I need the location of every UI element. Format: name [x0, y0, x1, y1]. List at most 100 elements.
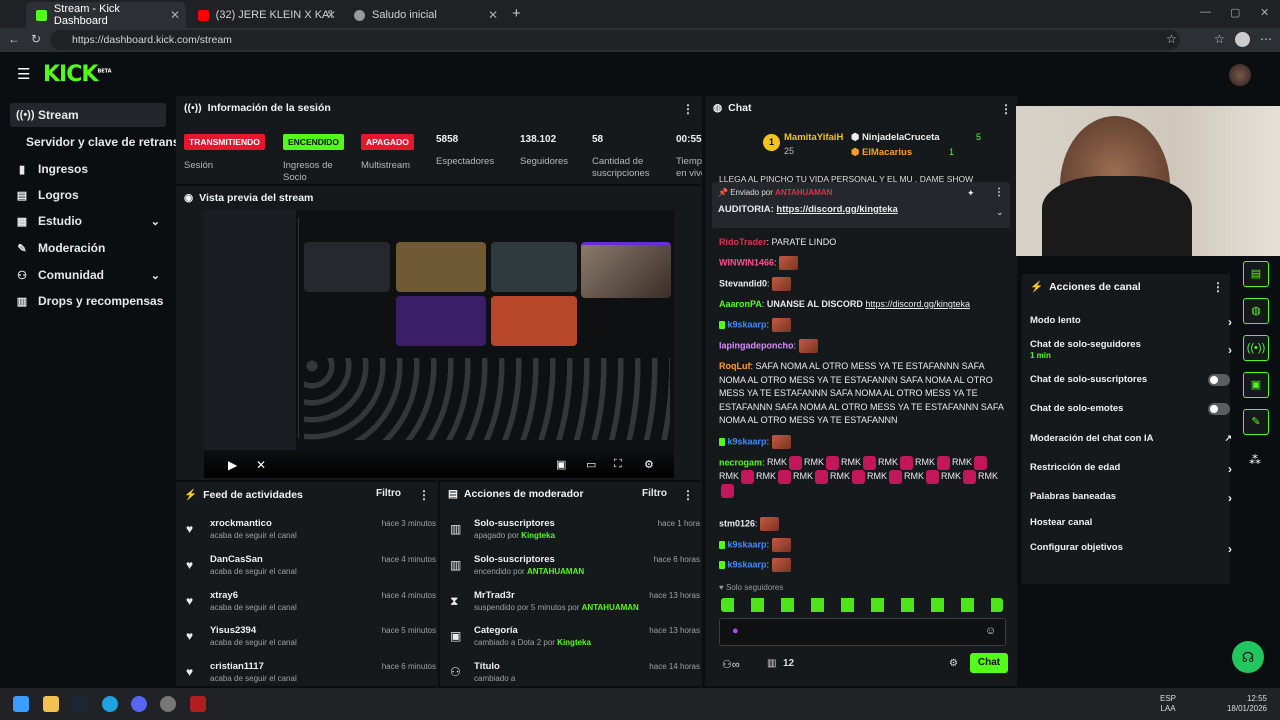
windows-start-icon[interactable]	[13, 696, 29, 712]
chat-username[interactable]: k9skaarp	[728, 436, 767, 446]
action-host-channel[interactable]: Hostear canal	[1030, 517, 1230, 528]
edge-icon[interactable]	[102, 696, 118, 712]
reload-icon[interactable]: ↻	[31, 32, 41, 46]
action-age-restriction[interactable]: Restricción de edad ›	[1030, 462, 1232, 476]
action-banned-words[interactable]: Palabras baneadas ›	[1030, 491, 1232, 505]
chat-username[interactable]: WINWIN1466	[719, 257, 774, 267]
filter-button[interactable]: Filtro	[642, 488, 667, 499]
sidebar-item-drops[interactable]: ▥ Drops y recompensas	[10, 289, 166, 313]
kebab-icon[interactable]: ⋮	[682, 102, 694, 116]
fullscreen-icon[interactable]: ⛶	[614, 458, 622, 471]
favorite-icon[interactable]: ☆	[1166, 32, 1177, 46]
clock[interactable]: 12:55 18/01/2026	[1223, 694, 1267, 714]
chat-username[interactable]: k9skaarp	[728, 559, 767, 569]
layout-button[interactable]: ▣	[1243, 372, 1269, 398]
sidebar-item-ingresos[interactable]: ▮ Ingresos	[10, 157, 166, 181]
kebab-icon[interactable]: ⋮	[994, 187, 1004, 198]
send-chat-button[interactable]: Chat	[970, 653, 1008, 673]
leader-name[interactable]: ⬢ ElMacarius	[851, 147, 912, 158]
chat-username[interactable]: RoqLuf	[719, 361, 751, 371]
kebab-icon[interactable]: ⋮	[418, 488, 430, 502]
chat-username[interactable]: k9skaarp	[728, 539, 767, 549]
obs-icon[interactable]	[160, 696, 176, 712]
chat-username[interactable]: k9skaarp	[728, 319, 767, 329]
tab-kick-dashboard[interactable]: Stream - Kick Dashboard ✕	[26, 2, 186, 28]
file-explorer-icon[interactable]	[43, 696, 59, 712]
pip-icon[interactable]: ▣	[556, 458, 566, 471]
action-followers-only[interactable]: Chat de solo-seguidores 1 min ›	[1030, 339, 1232, 361]
sidebar-item-stream[interactable]: ((•)) Stream	[10, 103, 166, 127]
mod-actor[interactable]: ANTAHUAMAN	[582, 603, 639, 612]
chat-link[interactable]: https://discord.gg/kingteka	[865, 299, 970, 309]
chevron-down-icon[interactable]: ⌄	[996, 207, 1004, 218]
chat-input[interactable]: ● ☺	[719, 618, 1006, 646]
sidebar-item-server-key[interactable]: Servidor y clave de retransm	[20, 130, 190, 154]
chat-username[interactable]: lapingadeponcho	[719, 340, 794, 350]
kebab-icon[interactable]: ⋮	[1212, 280, 1224, 294]
unpin-icon[interactable]: ✦	[967, 188, 975, 199]
action-slow-mode[interactable]: Modo lento ›	[1030, 315, 1232, 329]
window-close-icon[interactable]: ✕	[1260, 6, 1269, 19]
tab-youtube[interactable]: (32) JERE KLEIN X KATTEYES - TOD ✕	[188, 2, 342, 28]
action-ai-moderation[interactable]: Moderación del chat con IA ↗	[1030, 433, 1232, 444]
support-button[interactable]: ☊	[1232, 641, 1264, 673]
profile-avatar[interactable]	[1235, 32, 1250, 47]
close-icon[interactable]: ✕	[326, 8, 336, 22]
mod-actor[interactable]: ANTAHUAMAN	[527, 567, 584, 576]
action-goals[interactable]: Configurar objetivos ›	[1030, 542, 1232, 556]
feed-user[interactable]: cristian1117	[210, 661, 264, 672]
emoji-icon[interactable]: ☺	[985, 625, 996, 637]
maximize-icon[interactable]: ▢	[1230, 6, 1240, 19]
emote-bar[interactable]	[721, 598, 1003, 612]
discord-icon[interactable]	[131, 696, 147, 712]
chat-username[interactable]: AaaronPA	[719, 299, 762, 309]
back-icon[interactable]: ←	[8, 32, 20, 46]
minimize-icon[interactable]: —	[1200, 6, 1211, 18]
url-input[interactable]: https://dashboard.kick.com/stream	[50, 30, 1180, 50]
mod-item-name[interactable]: MrTrad3r	[474, 590, 515, 601]
user-avatar[interactable]	[1229, 64, 1251, 86]
leader-name[interactable]: ⬢ NinjadelaCruceta	[851, 132, 940, 143]
kick-logo[interactable]: KICKBETA	[43, 62, 112, 87]
feed-user[interactable]: xtray6	[210, 590, 238, 601]
notes-button[interactable]: ▤	[1243, 261, 1269, 287]
sidebar-item-moderacion[interactable]: ✎ Moderación	[10, 236, 166, 260]
play-icon[interactable]: ▶	[228, 458, 237, 472]
chat-username[interactable]: stm0126	[719, 518, 755, 528]
chat-username[interactable]: necrogam	[719, 457, 762, 467]
kebab-icon[interactable]: ⋮	[1000, 102, 1012, 116]
steam-icon[interactable]	[72, 696, 88, 712]
mod-actor[interactable]: Kingteka	[557, 638, 591, 647]
close-icon[interactable]: ✕	[170, 8, 180, 22]
leader-name[interactable]: MamitaYifaiH	[784, 132, 843, 143]
emotes-only-toggle[interactable]	[1208, 403, 1230, 415]
mic-icon[interactable]: ●	[732, 625, 739, 637]
dota-icon[interactable]	[190, 696, 206, 712]
chat-username[interactable]: Stevandid0	[719, 278, 767, 288]
subs-only-toggle[interactable]	[1208, 374, 1230, 386]
collections-icon[interactable]: ☆	[1214, 32, 1225, 46]
broadcast-button[interactable]: ((•))	[1243, 335, 1269, 361]
sidebar-item-logros[interactable]: ▤ Logros	[10, 183, 166, 207]
apps-icon[interactable]: ⁂	[1249, 453, 1261, 467]
close-icon[interactable]: ✕	[488, 8, 498, 22]
chat-button[interactable]: ◍	[1243, 298, 1269, 324]
mute-icon[interactable]: ✕	[256, 458, 266, 472]
stream-video[interactable]: ▶ ✕ ▣ ▭ ⛶ ⚙	[204, 210, 674, 478]
hamburger-icon[interactable]: ☰	[17, 65, 30, 83]
tab-saludo[interactable]: Saludo inicial ✕	[344, 2, 504, 28]
points-icon[interactable]: ⚇∞	[722, 658, 740, 671]
mod-actor[interactable]: Kingteka	[521, 531, 555, 540]
pinned-sender[interactable]: ANTAHUAMAN	[775, 188, 832, 197]
feed-user[interactable]: DanCasSan	[210, 554, 263, 565]
theater-icon[interactable]: ▭	[586, 458, 596, 471]
settings-icon[interactable]: ⚙	[949, 658, 958, 669]
language-indicator[interactable]: ESP LAA	[1160, 694, 1176, 714]
sidebar-item-estudio[interactable]: ▦ Estudio ⌄	[10, 209, 166, 233]
sidebar-item-comunidad[interactable]: ⚇ Comunidad ⌄	[10, 263, 166, 287]
chat-username[interactable]: RidoTrader	[719, 237, 767, 247]
new-tab-icon[interactable]: +	[512, 5, 521, 22]
feed-user[interactable]: Yisus2394	[210, 625, 256, 636]
kebab-icon[interactable]: ⋮	[682, 488, 694, 502]
moderation-button[interactable]: ✎	[1243, 409, 1269, 435]
